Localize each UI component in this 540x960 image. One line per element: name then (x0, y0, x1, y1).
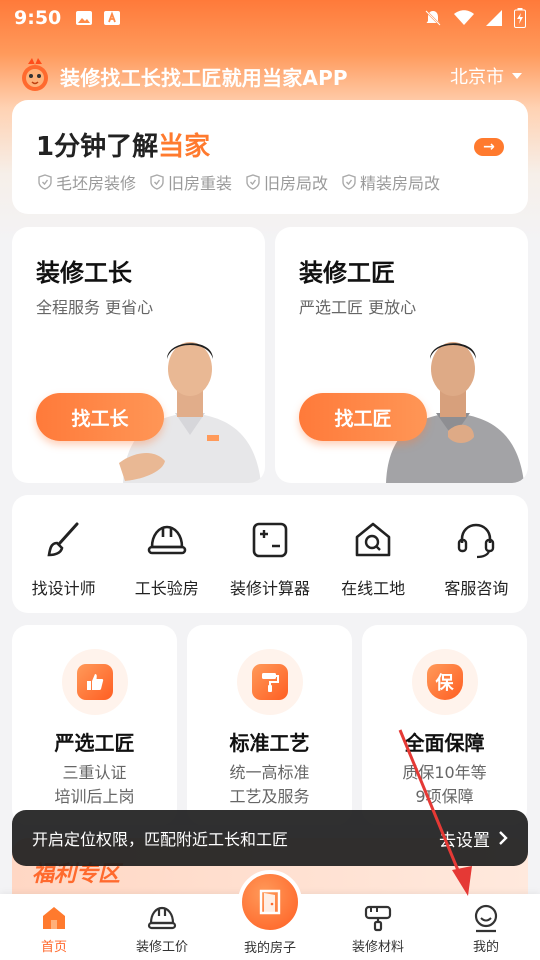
shield-check-icon (246, 174, 260, 190)
tab-label: 装修工价 (135, 940, 188, 955)
app-logo-icon (22, 58, 48, 91)
role-title: 装修工匠 (299, 259, 395, 287)
intro-tag-label: 毛坯房装修 (56, 174, 137, 193)
bottom-tab-bar: 首页 装修工价 我的房子 装修材料 我的 (0, 870, 540, 960)
tab-label: 装修材料 (351, 940, 404, 955)
intro-title-prefix: 1分钟了解 (36, 132, 159, 162)
tab-prices[interactable]: 装修工价 (108, 894, 216, 960)
paint-roller-icon (251, 664, 288, 700)
feature-card[interactable]: 标准工艺 统一高标准 工艺及服务 (187, 625, 352, 825)
battery-icon (514, 8, 526, 28)
shield-icon: 保 (426, 664, 463, 700)
toast-settings-link[interactable]: 去设置 (439, 826, 508, 851)
feature-title: 标准工艺 (229, 731, 310, 755)
gallery-icon (76, 11, 93, 25)
service-calculator[interactable]: 装修计算器 (220, 519, 320, 599)
service-inspection[interactable]: 工长验房 (117, 519, 217, 599)
helmet-icon (147, 906, 177, 930)
intro-tags: 毛坯房装修 旧房重装 旧房局改 精装房局改 (38, 170, 440, 194)
service-label: 客服咨询 (444, 579, 509, 598)
feature-icon-bg (61, 649, 128, 715)
feature-desc: 统一高标准 (229, 763, 310, 782)
find-craftsman-button[interactable]: 找工匠 (299, 393, 427, 441)
header-title: 装修找工长找工匠就用当家APP (60, 65, 348, 90)
tab-home[interactable]: 首页 (0, 894, 108, 960)
services-panel: 找设计师 工长验房 装修计算器 在线工地 客服咨询 (12, 495, 528, 613)
home-icon (43, 907, 65, 929)
shield-check-icon (38, 174, 52, 190)
shield-check-icon (150, 174, 164, 190)
feature-icon-bg (236, 649, 303, 715)
mute-bell-icon (425, 10, 441, 26)
chevron-right-icon (499, 831, 508, 845)
brush-icon (47, 522, 79, 557)
feature-desc: 培训后上岗 (54, 787, 135, 806)
intro-tag: 毛坯房装修 (38, 170, 136, 194)
status-bar: 9:50 (0, 0, 540, 36)
tab-label: 我的 (472, 940, 499, 955)
toast-message: 开启定位权限，匹配附近工长和工匠 (32, 830, 289, 849)
intro-tag: 旧房重装 (150, 170, 232, 194)
status-time: 9:50 (14, 7, 62, 29)
feature-desc: 三重认证 (62, 763, 127, 782)
thumbs-up-icon (76, 664, 113, 700)
service-label: 在线工地 (341, 579, 406, 598)
service-label: 找设计师 (31, 579, 96, 598)
intro-banner[interactable]: 1分钟了解当家 → 毛坯房装修 旧房重装 旧房局改 精装房局改 (12, 100, 528, 214)
intro-tag-label: 旧房重装 (168, 174, 233, 193)
feature-card[interactable]: 保 全面保障 质保10年等 9项保障 (362, 625, 527, 825)
headset-icon (458, 523, 495, 559)
wifi-icon (454, 10, 474, 25)
feature-title: 全面保障 (404, 731, 485, 755)
city-label: 北京市 (450, 67, 504, 88)
tab-materials[interactable]: 装修材料 (324, 894, 432, 960)
tab-label: 我的房子 (243, 941, 296, 956)
intro-tag-label: 精装房局改 (360, 174, 441, 193)
feature-icon-bg: 保 (411, 649, 478, 715)
tab-profile[interactable]: 我的 (432, 894, 540, 960)
intro-tag: 精装房局改 (342, 170, 440, 194)
feature-desc: 质保10年等 (402, 763, 487, 782)
calculator-icon (252, 522, 288, 558)
service-support[interactable]: 客服咨询 (426, 519, 526, 599)
service-label: 装修计算器 (229, 579, 310, 598)
chevron-down-icon (512, 73, 522, 79)
app-notification-icon (104, 11, 121, 25)
tab-label: 首页 (40, 940, 67, 955)
location-permission-toast: 开启定位权限，匹配附近工长和工匠 去设置 (12, 810, 528, 866)
service-label: 工长验房 (134, 579, 199, 598)
role-title: 装修工长 (36, 259, 132, 287)
door-icon (238, 870, 302, 934)
shield-check-icon (342, 174, 356, 190)
tab-my-house[interactable]: 我的房子 (216, 870, 324, 960)
intro-tag: 旧房局改 (246, 170, 328, 194)
app-header: 装修找工长找工匠就用当家APP 北京市 (18, 52, 522, 100)
service-designer[interactable]: 找设计师 (14, 519, 114, 599)
paint-roller-icon (364, 905, 392, 932)
feature-title: 严选工匠 (54, 731, 135, 755)
signal-icon (486, 10, 502, 26)
feature-desc: 9项保障 (415, 787, 474, 806)
city-selector[interactable]: 北京市 (450, 63, 522, 89)
service-online-site[interactable]: 在线工地 (323, 519, 423, 599)
craftsman-card[interactable]: 装修工匠 严选工匠 更放心 找工匠 (275, 227, 528, 483)
intro-title: 1分钟了解当家 (36, 126, 210, 163)
foreman-card[interactable]: 装修工长 全程服务 更省心 找工长 (12, 227, 265, 483)
intro-title-accent: 当家 (158, 132, 211, 162)
house-search-icon (355, 522, 391, 557)
feature-desc: 工艺及服务 (229, 787, 310, 806)
toast-action-label: 去设置 (439, 830, 490, 851)
user-icon (474, 904, 498, 933)
feature-card[interactable]: 严选工匠 三重认证 培训后上岗 (12, 625, 177, 825)
find-foreman-button[interactable]: 找工长 (36, 393, 164, 441)
shield-badge-label: 保 (435, 673, 454, 694)
helmet-icon (147, 525, 187, 555)
intro-tag-label: 旧房局改 (264, 174, 329, 193)
arrow-right-icon[interactable]: → (474, 138, 504, 156)
